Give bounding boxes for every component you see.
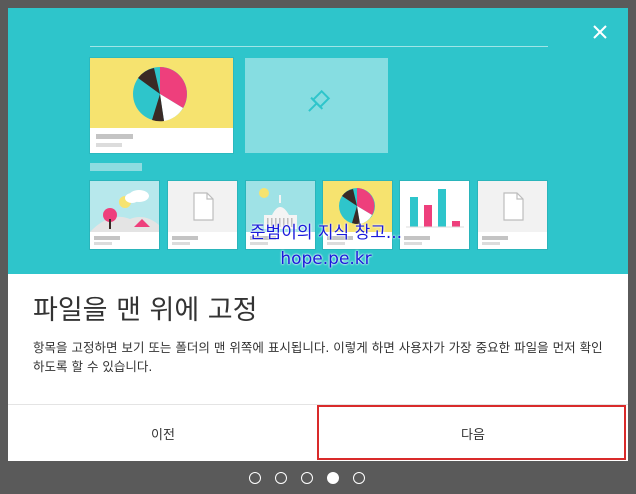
text-placeholder-bar — [96, 143, 122, 147]
text-placeholder-bar — [482, 242, 500, 245]
pin-icon — [308, 89, 331, 112]
section-label-bar — [90, 163, 142, 171]
pie-chart-icon — [133, 67, 187, 122]
text-placeholder-bar — [172, 236, 198, 240]
file-card-document — [478, 181, 547, 249]
text-placeholder-bar — [94, 242, 112, 245]
landscape-image-icon — [90, 190, 159, 232]
next-button[interactable]: 다음 — [318, 405, 628, 461]
watermark: 준범이의 지식 창고... hope.pe.kr — [236, 220, 416, 272]
page-dot[interactable] — [301, 472, 313, 484]
watermark-url: hope.pe.kr — [280, 249, 372, 269]
page-dot[interactable] — [275, 472, 287, 484]
file-card-landscape — [90, 181, 159, 249]
document-icon — [193, 192, 214, 221]
text-placeholder-bar — [96, 134, 133, 139]
file-thumbnail — [90, 58, 233, 128]
previous-button[interactable]: 이전 — [8, 405, 318, 461]
close-icon — [593, 25, 607, 39]
text-placeholder-bar — [172, 242, 190, 245]
dialog-description: 항목을 고정하면 보기 또는 폴더의 맨 위쪽에 표시됩니다. 이렇게 하면 사… — [33, 340, 603, 374]
close-button[interactable] — [588, 20, 612, 44]
document-icon — [503, 192, 524, 221]
file-thumbnail — [168, 181, 237, 232]
dialog-title: 파일을 맨 위에 고정 — [33, 295, 258, 326]
pinned-file-card — [90, 58, 233, 153]
file-thumbnail — [478, 181, 547, 232]
file-card-document — [168, 181, 237, 249]
page-dot-active[interactable] — [327, 472, 339, 484]
text-placeholder-bar — [94, 236, 120, 240]
page-dot[interactable] — [353, 472, 365, 484]
divider-line — [90, 46, 548, 47]
pin-files-dialog: 준범이의 지식 창고... hope.pe.kr 파일을 맨 위에 고정 항목을… — [8, 8, 628, 461]
page-dot[interactable] — [249, 472, 261, 484]
watermark-line: 준범이의 지식 창고... — [249, 223, 403, 243]
pin-slot — [245, 58, 388, 153]
page-indicator — [249, 472, 365, 484]
file-thumbnail — [90, 181, 159, 232]
text-placeholder-bar — [482, 236, 508, 240]
illustration-panel: 준범이의 지식 창고... hope.pe.kr — [8, 8, 628, 274]
